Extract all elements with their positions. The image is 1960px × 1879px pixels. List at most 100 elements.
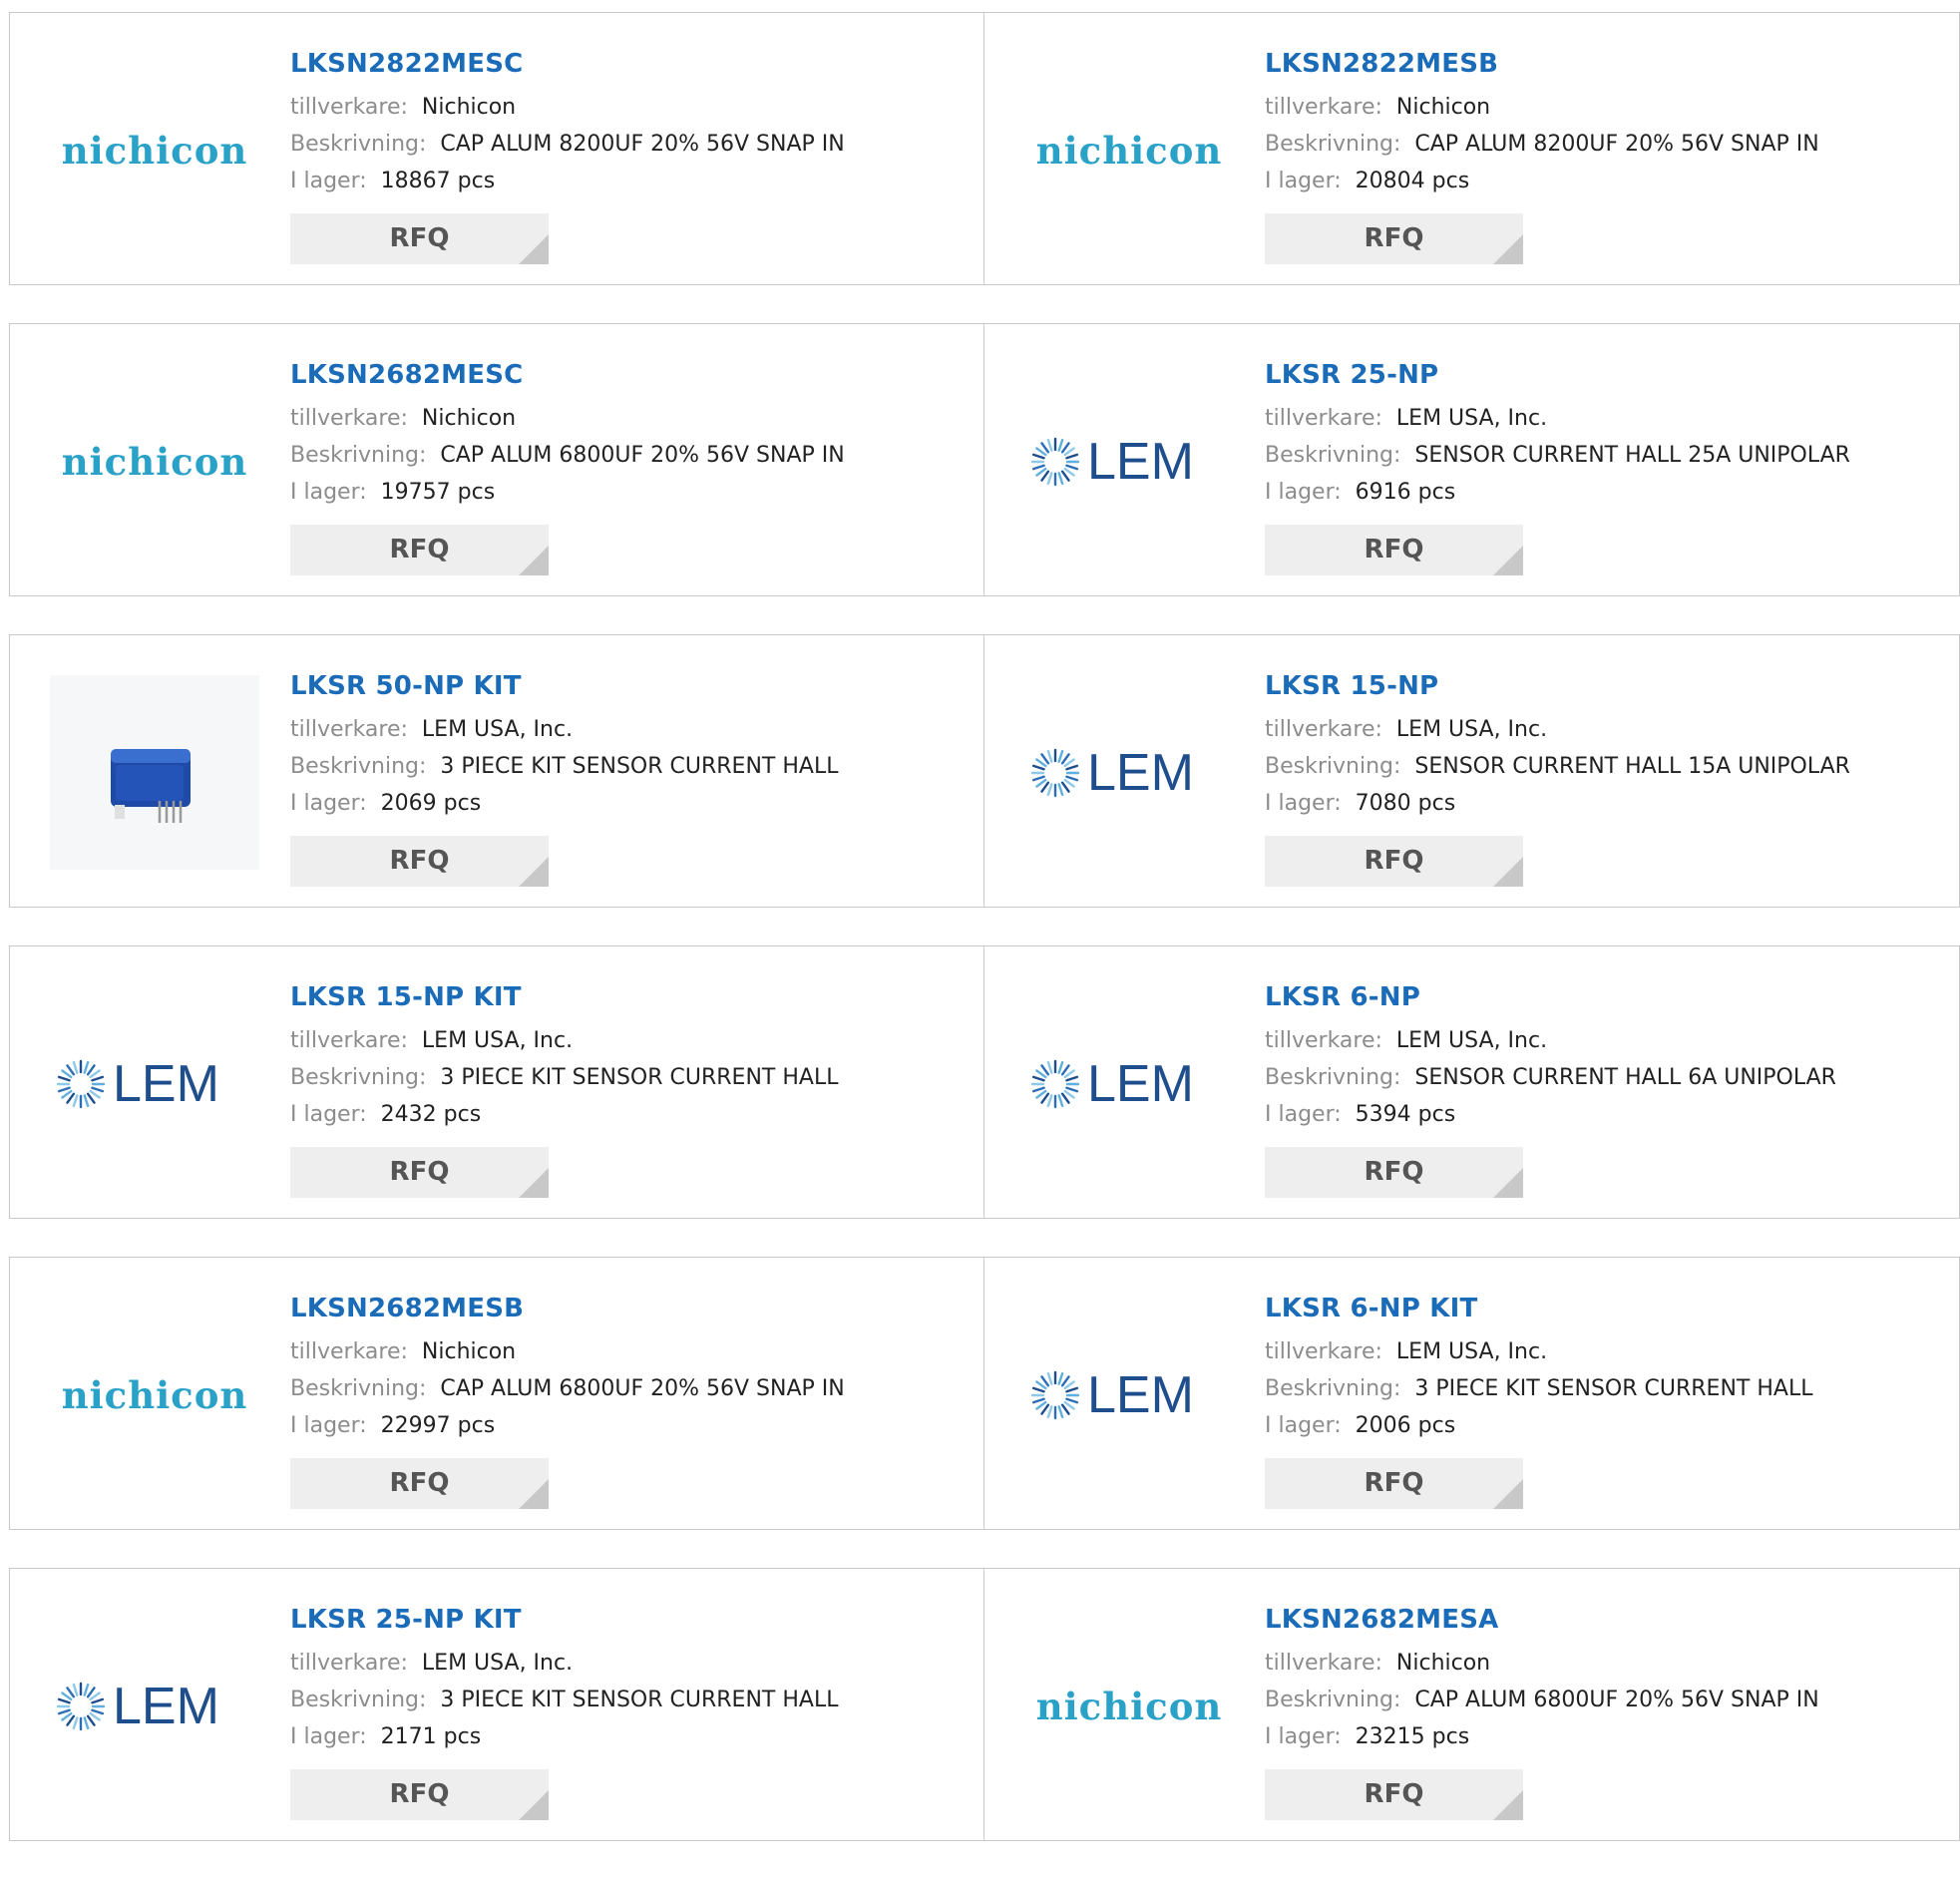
stock-value: 7080 pcs — [1355, 791, 1456, 816]
manufacturer-logo[interactable]: nichicon — [50, 53, 259, 247]
rfq-button-label: RFQ — [389, 1779, 450, 1809]
stock-value: 20804 pcs — [1355, 169, 1470, 193]
manufacturer-value: LEM USA, Inc. — [421, 1651, 574, 1676]
part-number-link[interactable]: LKSN2682MESA — [1265, 1603, 1819, 1637]
manufacturer-logo[interactable] — [50, 675, 259, 870]
part-number-link[interactable]: LKSR 25-NP KIT — [290, 1603, 838, 1637]
part-number-link[interactable]: LKSR 15-NP KIT — [290, 980, 838, 1014]
nichicon-logo-text: nichicon — [1035, 128, 1223, 173]
rfq-button[interactable]: RFQ — [1265, 213, 1523, 264]
nichicon-logo-text: nichicon — [61, 439, 248, 484]
product-card: nichicon LKSN2682MESC tillverkare: Nichic… — [9, 323, 984, 596]
product-row: LEM LKSR 15-NP KIT tillverkare: LEM USA, … — [9, 945, 1960, 1219]
lem-logo-icon: LEM — [1030, 1366, 1194, 1424]
product-row: LEM LKSR 25-NP KIT tillverkare: LEM USA, … — [9, 1568, 1960, 1841]
product-info: LKSR 50-NP KIT tillverkare: LEM USA, Inc.… — [290, 669, 838, 822]
rfq-button-label: RFQ — [389, 846, 450, 876]
part-number-link[interactable]: LKSN2822MESB — [1265, 47, 1819, 81]
product-info: LKSR 6-NP KIT tillverkare: LEM USA, Inc. … — [1265, 1292, 1812, 1444]
current-sensor-image — [50, 675, 259, 870]
corner-triangle-icon — [519, 546, 549, 575]
manufacturer-logo[interactable]: LEM — [1024, 364, 1234, 559]
svg-text:LEM: LEM — [1087, 744, 1194, 802]
rfq-button[interactable]: RFQ — [1265, 525, 1523, 575]
part-number-link[interactable]: LKSN2682MESC — [290, 358, 845, 392]
description-label: Beskrivning: — [1265, 1688, 1401, 1712]
part-number-link[interactable]: LKSR 15-NP — [1265, 669, 1850, 703]
manufacturer-logo[interactable]: LEM — [50, 986, 259, 1181]
part-number-link[interactable]: LKSN2822MESC — [290, 47, 845, 81]
product-row: nichicon LKSN2822MESC tillverkare: Nichic… — [9, 12, 1960, 285]
rfq-button[interactable]: RFQ — [1265, 1147, 1523, 1198]
part-number-link[interactable]: LKSR 6-NP — [1265, 980, 1836, 1014]
corner-triangle-icon — [519, 1790, 549, 1820]
rfq-button[interactable]: RFQ — [1265, 1458, 1523, 1509]
product-info: LKSR 15-NP tillverkare: LEM USA, Inc. Bes… — [1265, 669, 1850, 822]
svg-text:LEM: LEM — [1087, 433, 1194, 491]
stock-value: 5394 pcs — [1355, 1102, 1456, 1127]
rfq-button[interactable]: RFQ — [1265, 1769, 1523, 1820]
rfq-button[interactable]: RFQ — [290, 836, 549, 887]
description-row: Beskrivning: SENSOR CURRENT HALL 25A UNIP… — [1265, 437, 1850, 474]
rfq-button[interactable]: RFQ — [290, 1458, 549, 1509]
product-info: LKSR 15-NP KIT tillverkare: LEM USA, Inc.… — [290, 980, 838, 1133]
product-card: nichicon LKSN2682MESB tillverkare: Nichic… — [9, 1257, 984, 1530]
description-value: CAP ALUM 8200UF 20% 56V SNAP IN — [440, 132, 845, 157]
part-number-link[interactable]: LKSN2682MESB — [290, 1292, 845, 1325]
manufacturer-logo[interactable]: nichicon — [1024, 1609, 1234, 1803]
rfq-button-label: RFQ — [1364, 223, 1424, 253]
description-row: Beskrivning: SENSOR CURRENT HALL 15A UNIP… — [1265, 748, 1850, 785]
description-label: Beskrivning: — [290, 1376, 427, 1401]
stock-label: I lager: — [290, 791, 367, 816]
description-row: Beskrivning: 3 PIECE KIT SENSOR CURRENT H… — [290, 748, 838, 785]
product-card: LKSR 50-NP KIT tillverkare: LEM USA, Inc.… — [9, 634, 984, 908]
part-number-link[interactable]: LKSR 50-NP KIT — [290, 669, 838, 703]
manufacturer-label: tillverkare: — [1265, 95, 1382, 120]
rfq-button-label: RFQ — [1364, 1779, 1424, 1809]
rfq-button-label: RFQ — [1364, 1468, 1424, 1498]
manufacturer-logo[interactable]: LEM — [1024, 986, 1234, 1181]
manufacturer-logo[interactable]: nichicon — [50, 1298, 259, 1492]
product-card: LEM LKSR 25-NP KIT tillverkare: LEM USA, … — [9, 1568, 984, 1841]
stock-value: 19757 pcs — [380, 480, 496, 505]
stock-label: I lager: — [290, 1102, 367, 1127]
product-card: LEM LKSR 15-NP KIT tillverkare: LEM USA, … — [9, 945, 984, 1219]
description-label: Beskrivning: — [290, 132, 427, 157]
part-number-link[interactable]: LKSR 25-NP — [1265, 358, 1850, 392]
manufacturer-logo[interactable]: LEM — [1024, 1298, 1234, 1492]
manufacturer-value: LEM USA, Inc. — [421, 1028, 574, 1053]
part-number-link[interactable]: LKSR 6-NP KIT — [1265, 1292, 1812, 1325]
manufacturer-logo[interactable]: LEM — [50, 1609, 259, 1803]
rfq-button[interactable]: RFQ — [290, 525, 549, 575]
corner-triangle-icon — [519, 234, 549, 264]
manufacturer-label: tillverkare: — [290, 1339, 408, 1364]
stock-value: 6916 pcs — [1355, 480, 1456, 505]
manufacturer-row: tillverkare: LEM USA, Inc. — [1265, 400, 1850, 437]
product-info: LKSN2822MESB tillverkare: Nichicon Beskri… — [1265, 47, 1819, 199]
stock-label: I lager: — [290, 480, 367, 505]
manufacturer-logo[interactable]: nichicon — [50, 364, 259, 559]
description-value: CAP ALUM 6800UF 20% 56V SNAP IN — [1414, 1688, 1819, 1712]
manufacturer-value: LEM USA, Inc. — [1395, 406, 1548, 431]
description-label: Beskrivning: — [290, 754, 427, 779]
stock-row: I lager: 7080 pcs — [1265, 785, 1850, 822]
manufacturer-value: LEM USA, Inc. — [1395, 717, 1548, 742]
rfq-button[interactable]: RFQ — [1265, 836, 1523, 887]
manufacturer-logo[interactable]: nichicon — [1024, 53, 1234, 247]
rfq-button[interactable]: RFQ — [290, 1769, 549, 1820]
manufacturer-value: Nichicon — [421, 1339, 517, 1364]
manufacturer-logo[interactable]: LEM — [1024, 675, 1234, 870]
lem-logo-icon: LEM — [1030, 1055, 1194, 1113]
stock-row: I lager: 2006 pcs — [1265, 1407, 1812, 1444]
stock-value: 2432 pcs — [380, 1102, 482, 1127]
manufacturer-label: tillverkare: — [290, 1028, 408, 1053]
stock-row: I lager: 18867 pcs — [290, 163, 845, 199]
rfq-button-label: RFQ — [1364, 846, 1424, 876]
corner-triangle-icon — [1493, 857, 1523, 887]
description-row: Beskrivning: CAP ALUM 6800UF 20% 56V SNAP… — [290, 437, 845, 474]
rfq-button[interactable]: RFQ — [290, 213, 549, 264]
rfq-button[interactable]: RFQ — [290, 1147, 549, 1198]
product-card: nichicon LKSN2822MESC tillverkare: Nichic… — [9, 12, 984, 285]
stock-label: I lager: — [290, 1413, 367, 1438]
corner-triangle-icon — [1493, 1168, 1523, 1198]
